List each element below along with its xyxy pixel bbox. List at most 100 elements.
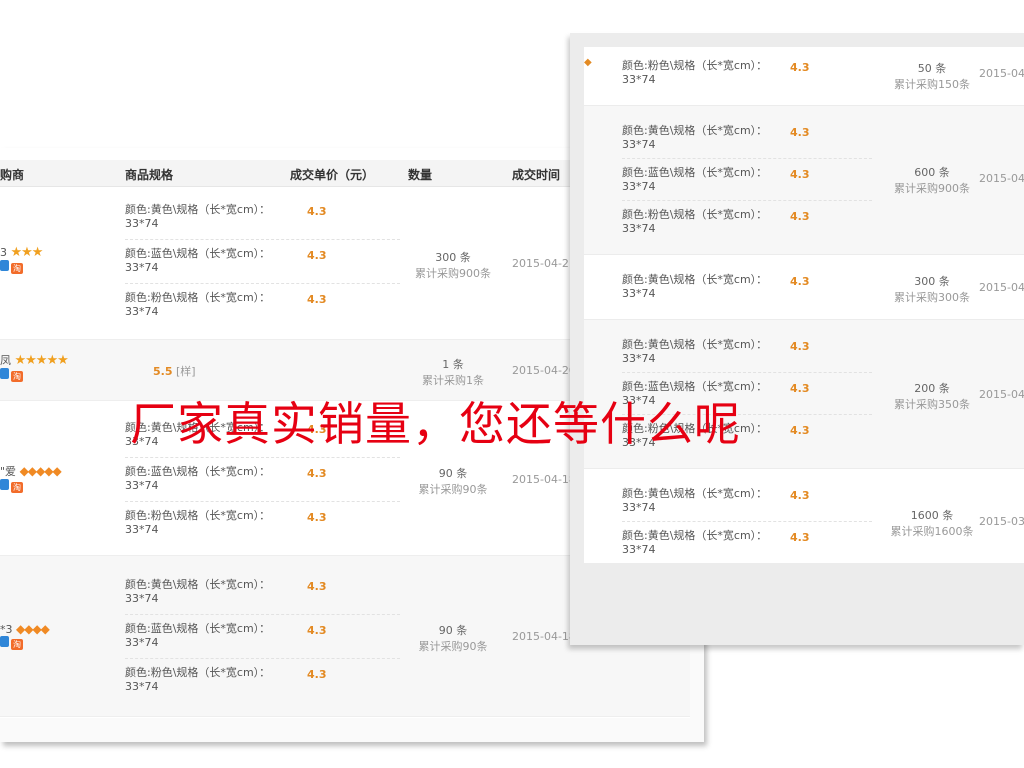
quantity-cell: 600 条 累计采购900条: [882, 164, 982, 196]
cumulative-purchase: 累计采购300条: [894, 291, 970, 304]
cumulative-purchase: 累计采购90条: [418, 483, 488, 496]
deal-date: 2015-04-20: [512, 364, 576, 377]
buyer-cell: *3 ◆◆◆◆ 淘: [0, 622, 50, 650]
cumulative-purchase: 累计采购1600条: [890, 525, 974, 538]
buyer-name: "爱: [0, 465, 17, 478]
header-buyer: 购商: [0, 168, 25, 182]
unit-price: 4.3: [790, 382, 810, 395]
deal-date: 2015-03-3: [979, 515, 1024, 528]
spec-text: 颜色:黄色\规格（长*宽cm）：33*74: [622, 529, 768, 556]
wangwang-chat-icon[interactable]: [0, 368, 9, 379]
unit-price: 4.3: [790, 531, 810, 544]
taobao-icon[interactable]: 淘: [11, 639, 23, 650]
quantity: 600 条: [914, 166, 950, 179]
buyer-level-stars: ★★★: [10, 245, 44, 260]
buyer-name: *3: [0, 623, 13, 636]
front-table-body: ◆ 颜色:粉色\规格（长*宽cm）：33*74 4.3 50 条 累计采购150…: [584, 47, 1024, 563]
spec-line: 颜色:蓝色\规格（长*宽cm）：33*74 4.3: [125, 457, 400, 502]
spec-text: 颜色:粉色\规格（长*宽cm）：33*74: [622, 59, 768, 86]
taobao-icon[interactable]: 淘: [11, 263, 23, 274]
spec-line: 颜色:粉色\规格（长*宽cm）：33*74 4.3: [125, 501, 400, 545]
spec-line: 颜色:黄色\规格（长*宽cm）：33*74 4.3: [125, 195, 400, 240]
front-transaction-table: ◆ 颜色:粉色\规格（长*宽cm）：33*74 4.3 50 条 累计采购150…: [570, 33, 1024, 645]
quantity-cell: 1 条 累计采购1条: [398, 356, 508, 388]
unit-price: 4.3: [790, 168, 810, 181]
spec-line: 颜色:蓝色\规格（长*宽cm）：33*74 4.3: [622, 158, 872, 201]
quantity-cell: 300 条 累计采购900条: [398, 249, 508, 281]
spec-text: 颜色:黄色\规格（长*宽cm）：33*74: [622, 124, 768, 151]
quantity: 90 条: [438, 624, 468, 637]
table-row: 颜色:粉色\规格（长*宽cm）：33*74 4.3 50 条 累计采购150条 …: [584, 47, 1024, 106]
spec-line: 颜色:蓝色\规格（长*宽cm）：33*74 4.3: [125, 614, 400, 659]
buyer-cell: 凤 ★★★★★ 淘: [0, 352, 69, 382]
spec-line: 颜色:黄色\规格（长*宽cm）：33*74 4.3: [622, 479, 872, 522]
quantity-cell: 90 条 累计采购90条: [398, 465, 508, 497]
buyer-level-diamonds: ◆◆◆◆: [16, 622, 50, 636]
unit-price: 4.3: [307, 249, 327, 262]
spec-text: 颜色:黄色\规格（长*宽cm）：33*74: [622, 273, 768, 300]
cumulative-purchase: 累计采购900条: [894, 182, 970, 195]
quantity: 1600 条: [910, 509, 954, 522]
buyer-cell: 3 ★★★ 淘: [0, 245, 44, 274]
spec-text: 颜色:黄色\规格（长*宽cm）：33*74: [125, 203, 271, 230]
spec-line: 颜色:蓝色\规格（长*宽cm）：33*74 4.3: [125, 239, 400, 284]
spec-text: 颜色:蓝色\规格（长*宽cm）：33*74: [125, 465, 271, 492]
spec-text: 颜色:黄色\规格（长*宽cm）：33*74: [125, 578, 271, 605]
buyer-cell: "爱 ◆◆◆◆◆ 淘: [0, 463, 62, 493]
table-row: 颜色:黄色\规格（长*宽cm）：33*74 4.3 颜色:蓝色\规格（长*宽cm…: [584, 106, 1024, 255]
spec-line: 颜色:黄色\规格（长*宽cm）：33*74 4.3: [125, 570, 400, 615]
buyer-name: 凤: [0, 354, 11, 367]
spec-text: 颜色:蓝色\规格（长*宽cm）：33*74: [622, 166, 768, 193]
unit-price: 4.3: [307, 580, 327, 593]
table-row: 颜色:黄色\规格（长*宽cm）：33*74 4.3 300 条 累计采购300条…: [584, 255, 1024, 320]
spec-text: 颜色:蓝色\规格（长*宽cm）：33*74: [125, 622, 271, 649]
quantity-cell: 300 条 累计采购300条: [882, 273, 982, 305]
deal-date: 2015-04-21: [512, 257, 576, 270]
spec-line: 颜色:粉色\规格（长*宽cm）：33*74 4.3: [622, 51, 872, 95]
deal-date: 2015-04-1: [979, 281, 1024, 294]
wangwang-chat-icon[interactable]: [0, 479, 9, 490]
cumulative-purchase: 累计采购1条: [422, 374, 484, 387]
quantity-cell: 90 条 累计采购90条: [398, 622, 508, 654]
cumulative-purchase: 累计采购90条: [418, 640, 488, 653]
spec-line: 颜色:粉色\规格（长*宽cm）：33*74 4.3: [622, 200, 872, 242]
sample-price: 5.5: [153, 365, 173, 378]
buyer-level-diamonds: ◆◆◆◆◆: [19, 464, 62, 478]
wangwang-chat-icon[interactable]: [0, 260, 9, 271]
header-price: 成交单价（元）: [290, 168, 375, 182]
spec-text: 颜色:黄色\规格（长*宽cm）：33*74: [622, 338, 768, 365]
taobao-icon[interactable]: 淘: [11, 371, 23, 382]
header-qty: 数量: [408, 168, 433, 182]
sample-tag: [样]: [176, 365, 196, 378]
wangwang-chat-icon[interactable]: [0, 636, 9, 647]
unit-price: 4.3: [790, 340, 810, 353]
taobao-icon[interactable]: 淘: [11, 482, 23, 493]
sample-price-cell: 5.5 [样]: [153, 363, 196, 379]
unit-price: 4.3: [790, 275, 810, 288]
quantity: 50 条: [917, 62, 947, 75]
unit-price: 4.3: [307, 511, 327, 524]
deal-date: 2015-04-1: [979, 67, 1024, 80]
quantity: 300 条: [914, 275, 950, 288]
deal-date: 2015-04-0: [979, 388, 1024, 401]
spec-text: 颜色:粉色\规格（长*宽cm）：33*74: [125, 291, 271, 318]
unit-price: 4.3: [307, 467, 327, 480]
spec-text: 颜色:黄色\规格（长*宽cm）：33*74: [622, 487, 768, 514]
deal-date: 2015-04-18: [512, 473, 576, 486]
spec-text: 颜色:蓝色\规格（长*宽cm）：33*74: [125, 247, 271, 274]
spec-text: 颜色:粉色\规格（长*宽cm）：33*74: [125, 666, 271, 693]
unit-price: 4.3: [790, 489, 810, 502]
unit-price: 4.3: [790, 210, 810, 223]
spec-line: 颜色:粉色\规格（长*宽cm）：33*74 4.3: [125, 658, 400, 702]
spec-line: 颜色:黄色\规格（长*宽cm）：33*74 4.3: [622, 521, 872, 563]
table-row: 颜色:黄色\规格（长*宽cm）：33*74 4.3 颜色:黄色\规格（长*宽cm…: [584, 469, 1024, 563]
spec-text: 颜色:粉色\规格（长*宽cm）：33*74: [622, 208, 768, 235]
buyer-level-stars: ★★★★★: [14, 353, 69, 368]
unit-price: 4.3: [307, 668, 327, 681]
header-spec: 商品规格: [125, 168, 174, 182]
spec-line: 颜色:黄色\规格（长*宽cm）：33*74 4.3: [622, 116, 872, 159]
quantity: 300 条: [435, 251, 471, 264]
unit-price: 4.3: [307, 205, 327, 218]
buyer-name: 3: [0, 246, 7, 259]
quantity-cell: 50 条 累计采购150条: [882, 60, 982, 92]
